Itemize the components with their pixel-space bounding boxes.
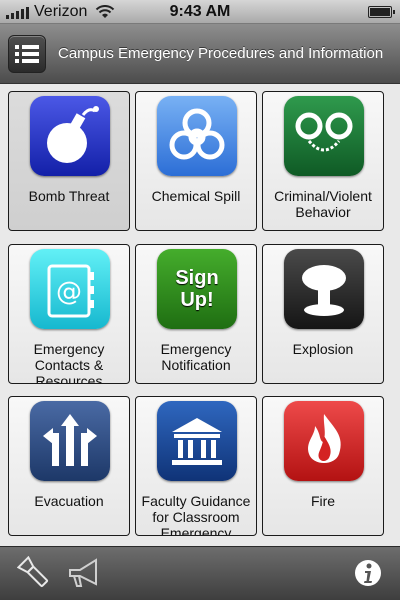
status-time: 9:43 AM [169, 3, 231, 20]
address-book-icon: @ [30, 249, 110, 329]
page-title: Campus Emergency Procedures and Informat… [58, 45, 384, 62]
tile-bomb-threat[interactable]: Bomb Threat [8, 91, 130, 231]
bomb-icon [30, 96, 110, 176]
sign-up-text-line1: Sign [175, 267, 219, 289]
tile-label: Explosion [292, 341, 354, 357]
tile-label: Fire [310, 493, 336, 509]
bottom-toolbar [0, 546, 400, 600]
tile-evacuation[interactable]: Evacuation [8, 396, 130, 536]
info-button[interactable] [350, 555, 386, 591]
tile-chemical-spill[interactable]: Chemical Spill [135, 91, 257, 231]
tile-label: Emergency Notification [160, 341, 232, 373]
tile-criminal-violent-behavior[interactable]: Criminal/Violent Behavior [262, 91, 384, 231]
flame-icon [284, 401, 364, 481]
megaphone-icon [69, 558, 97, 587]
tile-label: Chemical Spill [151, 188, 241, 204]
handcuffs-icon [284, 96, 364, 176]
menu-button[interactable] [8, 34, 46, 73]
tile-emergency-notification[interactable]: Sign Up! Emergency Notification [135, 244, 257, 384]
tile-emergency-contacts[interactable]: @ Emergency Contacts & Resources [8, 244, 130, 384]
building-icon [157, 401, 237, 481]
procedure-grid: Bomb Threat Chemical Spill Criminal/Viol… [0, 85, 400, 545]
megaphone-button[interactable] [66, 555, 102, 591]
tile-faculty-guidance[interactable]: Faculty Guidance for Classroom Emergency [135, 396, 257, 536]
mushroom-cloud-icon [284, 249, 364, 329]
sign-up-text-line2: Up! [180, 289, 214, 311]
list-menu-icon [15, 44, 39, 63]
status-bar: Verizon 9:43 AM [0, 0, 400, 24]
svg-text:@: @ [56, 277, 82, 307]
battery-icon [368, 6, 395, 18]
flashlight-icon [17, 556, 49, 588]
sign-up-icon: Sign Up! [157, 249, 237, 329]
biohazard-icon [157, 96, 237, 176]
tile-label: Criminal/Violent Behavior [274, 188, 372, 220]
nav-bar: Campus Emergency Procedures and Informat… [0, 24, 400, 84]
tile-explosion[interactable]: Explosion [262, 244, 384, 384]
tile-fire[interactable]: Fire [262, 396, 384, 536]
tile-label: Faculty Guidance for Classroom Emergency [141, 493, 251, 536]
tile-label: Bomb Threat [28, 188, 110, 204]
tile-label: Emergency Contacts & Resources [33, 341, 105, 384]
flashlight-button[interactable] [16, 555, 52, 591]
tile-label: Evacuation [34, 493, 104, 509]
info-icon [355, 560, 381, 586]
arrows-icon [30, 401, 110, 481]
